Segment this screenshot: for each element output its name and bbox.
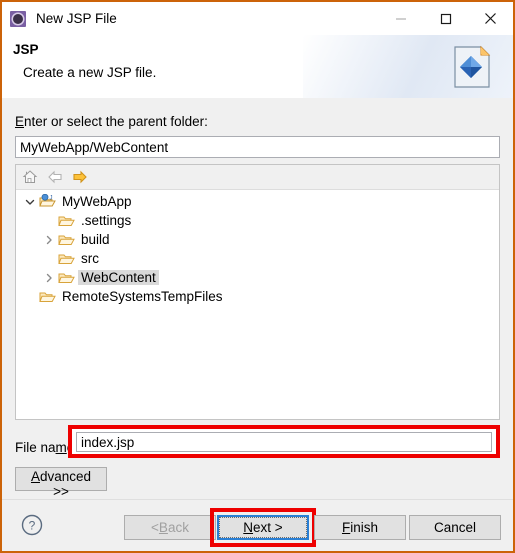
back-button-mnemonic: B xyxy=(158,520,168,535)
tree-twisty[interactable] xyxy=(22,192,38,211)
minimize-button[interactable] xyxy=(378,2,423,35)
tree-twisty xyxy=(41,249,57,268)
cancel-button[interactable]: Cancel xyxy=(409,515,501,540)
maximize-icon xyxy=(440,13,451,24)
folder-icon xyxy=(57,213,75,229)
folder-icon xyxy=(57,251,75,267)
minimize-icon xyxy=(395,17,406,20)
tree-item-webcontent[interactable]: WebContent xyxy=(16,268,499,287)
tree-item-label: .settings xyxy=(81,213,132,228)
maximize-button[interactable] xyxy=(423,2,468,35)
home-icon xyxy=(22,170,38,183)
tree-item-label: src xyxy=(81,251,99,266)
help-button[interactable]: ? xyxy=(20,513,44,537)
tree-item-label: MyWebApp xyxy=(62,194,132,209)
web-project-icon: J xyxy=(38,194,56,207)
file-name-input[interactable] xyxy=(76,432,492,452)
banner-subtitle: Create a new JSP file. xyxy=(23,65,157,80)
forward-arrow-icon xyxy=(73,170,87,184)
dialog-body: Enter or select the parent folder: MyWeb… xyxy=(2,98,513,499)
folder-icon xyxy=(57,216,75,226)
tree-twisty[interactable] xyxy=(41,268,57,287)
advanced-button-mnemonic: A xyxy=(30,469,40,484)
window-title: New JSP File xyxy=(36,11,117,26)
folder-icon xyxy=(57,235,75,245)
web-project-icon: J xyxy=(38,194,56,210)
next-button-focus-ring: Next > xyxy=(219,517,307,538)
advanced-button[interactable]: Advanced >> xyxy=(15,467,107,499)
tree-twisty[interactable] xyxy=(41,230,57,249)
folder-icon xyxy=(57,254,75,264)
tree-toolbar xyxy=(16,165,499,190)
chevron-right-icon[interactable] xyxy=(44,273,54,283)
finish-button-mnemonic: F xyxy=(341,520,351,535)
tree-item-build[interactable]: build xyxy=(16,230,499,249)
svg-text:?: ? xyxy=(29,519,36,533)
parent-folder-label: Enter or select the parent folder: xyxy=(15,114,208,129)
chevron-right-icon[interactable] xyxy=(44,235,54,245)
jsp-wizard-icon xyxy=(10,10,26,27)
back-button-pre: < xyxy=(151,520,159,535)
chevron-down-icon[interactable] xyxy=(25,197,35,207)
folder-icon xyxy=(57,270,75,286)
tree-item-label: RemoteSystemsTempFiles xyxy=(62,289,223,304)
tree-item-mywebapp[interactable]: J MyWebApp xyxy=(16,192,499,211)
banner-title: JSP xyxy=(13,42,39,57)
folder-icon xyxy=(57,273,75,283)
window-controls xyxy=(378,2,513,35)
svg-text:J: J xyxy=(49,196,52,202)
tree-item-settings[interactable]: .settings xyxy=(16,211,499,230)
tree-twisty xyxy=(22,287,38,306)
next-button-post: ext > xyxy=(253,520,283,535)
next-button-mnemonic: N xyxy=(243,520,254,535)
home-button[interactable] xyxy=(21,168,39,186)
folder-tree-panel: J MyWebApp .settings build src WebContent Remo… xyxy=(15,164,500,420)
parent-folder-label-mnemonic: E xyxy=(15,114,25,129)
cancel-button-label: Cancel xyxy=(433,520,477,535)
jsp-file-icon xyxy=(454,45,491,88)
file-name-label-pre: File na xyxy=(15,440,56,455)
forward-button[interactable] xyxy=(71,168,89,186)
folder-icon xyxy=(38,289,56,305)
close-icon xyxy=(485,13,496,24)
folder-icon xyxy=(57,232,75,248)
finish-button[interactable]: Finish xyxy=(314,515,406,540)
next-button[interactable]: Next > xyxy=(217,515,309,540)
folder-tree[interactable]: J MyWebApp .settings build src WebContent Remo… xyxy=(16,190,499,306)
back-button[interactable] xyxy=(46,168,64,186)
finish-button-post: inish xyxy=(350,520,378,535)
wizard-banner: JSP Create a new JSP file. xyxy=(2,35,513,99)
back-arrow-icon xyxy=(48,170,62,184)
tree-twisty xyxy=(41,211,57,230)
tree-item-label: WebContent xyxy=(78,270,159,285)
title-bar: New JSP File xyxy=(2,2,513,35)
tree-item-remotesystemstempfiles[interactable]: RemoteSystemsTempFiles xyxy=(16,287,499,306)
parent-folder-label-rest: nter or select the parent folder: xyxy=(24,114,208,129)
tree-item-src[interactable]: src xyxy=(16,249,499,268)
file-name-label-mnemonic: m xyxy=(55,440,67,455)
close-button[interactable] xyxy=(468,2,513,35)
new-jsp-file-dialog: New JSP File JSP Create a new JSP file. … xyxy=(0,0,515,553)
advanced-button-rest: dvanced >> xyxy=(39,469,92,499)
folder-icon xyxy=(38,292,56,302)
tree-item-label: build xyxy=(81,232,110,247)
back-button: < Back xyxy=(124,515,216,540)
back-button-post: ack xyxy=(167,520,189,535)
parent-folder-input[interactable] xyxy=(15,136,500,158)
